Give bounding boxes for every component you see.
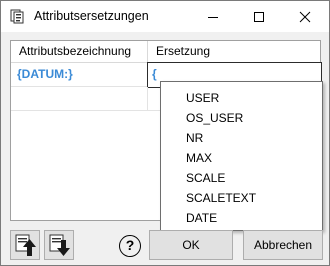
column-header-replacement[interactable]: Ersetzung bbox=[148, 41, 320, 62]
move-down-icon bbox=[49, 234, 70, 256]
move-down-button[interactable] bbox=[44, 230, 74, 260]
dropdown-option-date[interactable]: DATE bbox=[161, 208, 322, 228]
title-bar[interactable]: Attributsersetzungen bbox=[1, 1, 329, 32]
table-header: Attributsbezeichnung Ersetzung bbox=[11, 41, 320, 63]
move-up-button[interactable] bbox=[10, 230, 40, 260]
autocomplete-dropdown: USER OS_USER NR MAX SCALE SCALETEXT DATE bbox=[160, 81, 323, 231]
dialog-window: Attributsersetzungen Attributsbezeichnun… bbox=[0, 0, 330, 266]
maximize-icon bbox=[254, 11, 264, 22]
minimize-icon bbox=[208, 16, 218, 18]
close-icon bbox=[299, 11, 311, 22]
dropdown-option-os-user[interactable]: OS_USER bbox=[161, 108, 322, 128]
help-button[interactable]: ? bbox=[119, 235, 141, 257]
move-up-icon bbox=[15, 234, 36, 256]
close-button[interactable] bbox=[282, 1, 328, 32]
window-title: Attributsersetzungen bbox=[34, 9, 149, 23]
attributes-icon bbox=[10, 9, 26, 25]
attribute-cell[interactable]: {DATUM:} bbox=[11, 63, 148, 86]
minimize-button[interactable] bbox=[190, 1, 236, 32]
cancel-button[interactable]: Abbrechen bbox=[243, 230, 323, 260]
dropdown-option-max[interactable]: MAX bbox=[161, 148, 322, 168]
dropdown-option-scale[interactable]: SCALE bbox=[161, 168, 322, 188]
attribute-cell[interactable] bbox=[11, 87, 148, 110]
dropdown-option-user[interactable]: USER bbox=[161, 88, 322, 108]
dropdown-option-nr[interactable]: NR bbox=[161, 128, 322, 148]
maximize-button[interactable] bbox=[236, 1, 282, 32]
ok-button[interactable]: OK bbox=[149, 230, 233, 260]
column-header-attribute[interactable]: Attributsbezeichnung bbox=[11, 41, 148, 62]
dropdown-option-scaletext[interactable]: SCALETEXT bbox=[161, 188, 322, 208]
replacement-edit-text: { bbox=[152, 67, 157, 81]
